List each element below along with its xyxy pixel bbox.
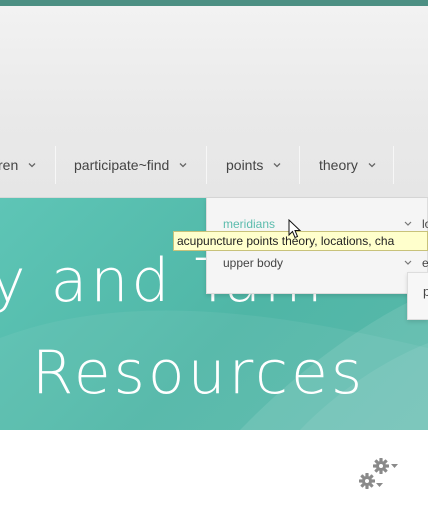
nav-item-theory[interactable]: theory bbox=[319, 146, 376, 184]
chevron-down-icon bbox=[368, 163, 376, 168]
nav-divider bbox=[299, 146, 300, 184]
chevron-down-icon bbox=[179, 163, 187, 168]
chevron-down-icon bbox=[273, 163, 281, 168]
nav-item-label: participate~find bbox=[74, 157, 170, 173]
nav-item-participate-find[interactable]: participate~find bbox=[74, 146, 187, 184]
nav-item-label: theory bbox=[319, 157, 358, 173]
nav-divider bbox=[393, 146, 394, 184]
nav-divider bbox=[206, 146, 207, 184]
nav-item-points[interactable]: points bbox=[226, 146, 281, 184]
chevron-down-icon bbox=[28, 163, 36, 168]
submenu-label-truncated[interactable]: e bbox=[422, 256, 428, 270]
hero-title-line-2: l Resources bbox=[0, 338, 366, 408]
nav-item-ren[interactable]: ren bbox=[0, 146, 36, 184]
chevron-down-icon bbox=[404, 221, 412, 226]
gear-icon bbox=[359, 458, 398, 489]
nav-divider bbox=[55, 146, 56, 184]
dropdown-item-upper-body[interactable]: upper body bbox=[223, 256, 283, 270]
submenu-label-truncated[interactable]: lo bbox=[422, 217, 428, 231]
settings-menu-button[interactable] bbox=[358, 457, 402, 493]
mouse-pointer-icon bbox=[288, 219, 302, 239]
nested-submenu: p bbox=[407, 272, 428, 320]
site-header: ren participate~find points theory bbox=[0, 6, 428, 198]
submenu-item-label[interactable]: p bbox=[423, 284, 428, 299]
chevron-down-icon bbox=[404, 260, 412, 265]
main-navigation: ren participate~find points theory bbox=[0, 146, 428, 184]
nav-item-label: points bbox=[226, 157, 264, 173]
dropdown-item-meridians[interactable]: meridians bbox=[223, 217, 275, 231]
nav-item-label: ren bbox=[0, 157, 19, 173]
